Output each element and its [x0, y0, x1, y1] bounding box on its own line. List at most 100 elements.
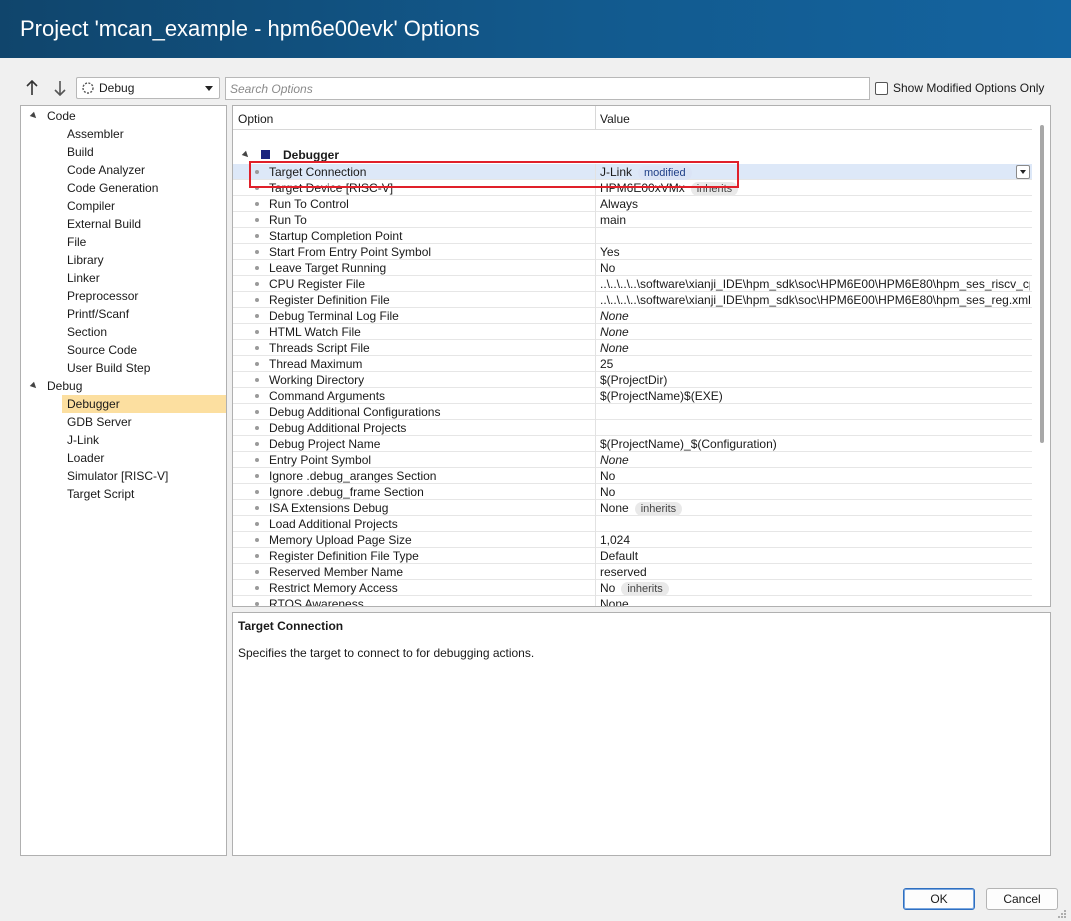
option-row[interactable]: Debug Additional Configurations [233, 404, 1032, 420]
option-value-cell[interactable]: None inherits [600, 500, 1030, 516]
option-value-cell[interactable]: No inherits [600, 580, 1030, 596]
option-value-cell[interactable]: 25 [600, 356, 1030, 372]
option-value-cell[interactable]: None [600, 340, 1030, 356]
tree-item-linker[interactable]: Linker [21, 269, 226, 287]
tree-item-build[interactable]: Build [21, 143, 226, 161]
grid-scrollbar[interactable] [1040, 125, 1044, 443]
tree-item-assembler[interactable]: Assembler [21, 125, 226, 143]
tree-item-code-analyzer[interactable]: Code Analyzer [21, 161, 226, 179]
option-value-cell[interactable]: Yes [600, 244, 1030, 260]
tree-item-preprocessor[interactable]: Preprocessor [21, 287, 226, 305]
ok-button[interactable]: OK [903, 888, 975, 910]
option-row[interactable]: Target Device [RISC-V] HPM6E00xVMx inherit… [233, 180, 1032, 196]
option-row[interactable]: RTOS Awareness None [233, 596, 1032, 607]
option-row[interactable]: Ignore .debug_frame Section No [233, 484, 1032, 500]
option-row[interactable]: Load Additional Projects [233, 516, 1032, 532]
expand-triangle-icon[interactable] [29, 381, 39, 391]
option-row[interactable]: Entry Point Symbol None [233, 452, 1032, 468]
option-value-cell[interactable]: reserved [600, 564, 1030, 580]
option-row[interactable]: Reserved Member Name reserved [233, 564, 1032, 580]
category-row-debugger[interactable]: Debugger [233, 146, 1032, 164]
column-header-option[interactable]: Option [233, 106, 273, 130]
option-value-cell[interactable]: No [600, 260, 1030, 276]
tree-item-file[interactable]: File [21, 233, 226, 251]
tree-item-debugger[interactable]: Debugger [21, 395, 226, 413]
option-row[interactable]: Thread Maximum 25 [233, 356, 1032, 372]
tree-item-library[interactable]: Library [21, 251, 226, 269]
option-row[interactable]: Run To main [233, 212, 1032, 228]
option-value-cell[interactable]: Default [600, 548, 1030, 564]
show-modified-checkbox[interactable] [875, 81, 888, 95]
cell-separator [595, 276, 596, 292]
expand-triangle-icon[interactable] [241, 150, 251, 160]
tree-item-j-link[interactable]: J-Link [21, 431, 226, 449]
option-name: Target Device [RISC-V] [269, 181, 394, 195]
option-row[interactable]: Debug Terminal Log File None [233, 308, 1032, 324]
option-row[interactable]: Startup Completion Point [233, 228, 1032, 244]
category-tree: Code Assembler Build Code Analyzer Code Gene… [20, 105, 227, 856]
option-row[interactable]: Restrict Memory Access No inherits [233, 580, 1032, 596]
option-value-cell[interactable]: J-Link modified [600, 164, 1030, 180]
arrow-down-icon [54, 81, 66, 96]
option-row[interactable]: CPU Register File ..\..\..\..\software\xi… [233, 276, 1032, 292]
option-name: Debug Additional Projects [269, 421, 407, 435]
tree-item-section[interactable]: Section [21, 323, 226, 341]
tree-item-compiler[interactable]: Compiler [21, 197, 226, 215]
option-value-cell[interactable]: HPM6E00xVMx inherits [600, 180, 1030, 196]
option-row[interactable]: HTML Watch File None [233, 324, 1032, 340]
row-bullet-icon [255, 522, 259, 526]
option-value-cell[interactable]: None [600, 596, 1030, 606]
show-modified-toggle[interactable]: Show Modified Options Only [875, 81, 1044, 95]
tree-item-gdb-server[interactable]: GDB Server [21, 413, 226, 431]
option-value-cell[interactable]: None [600, 308, 1030, 324]
option-value-cell[interactable]: $(ProjectDir) [600, 372, 1030, 388]
tree-item-target-script[interactable]: Target Script [21, 485, 226, 503]
option-row[interactable]: Debug Additional Projects [233, 420, 1032, 436]
option-value-cell[interactable]: $(ProjectName)_$(Configuration) [600, 436, 1030, 452]
tree-item-code-generation[interactable]: Code Generation [21, 179, 226, 197]
option-row[interactable]: Run To Control Always [233, 196, 1032, 212]
value-dropdown-button[interactable] [1016, 165, 1030, 179]
tree-item-user-build-step[interactable]: User Build Step [21, 359, 226, 377]
column-header-value[interactable]: Value [595, 106, 630, 130]
move-down-button[interactable] [49, 77, 71, 99]
option-row[interactable]: ISA Extensions Debug None inherits [233, 500, 1032, 516]
option-value-cell[interactable]: No [600, 484, 1030, 500]
option-name: Entry Point Symbol [269, 453, 372, 467]
cancel-button[interactable]: Cancel [986, 888, 1058, 910]
search-options-input[interactable] [225, 77, 870, 100]
option-row[interactable]: Command Arguments $(ProjectName)$(EXE) [233, 388, 1032, 404]
tree-item-loader[interactable]: Loader [21, 449, 226, 467]
option-row[interactable]: Ignore .debug_aranges Section No [233, 468, 1032, 484]
option-row[interactable]: Register Definition File Type Default [233, 548, 1032, 564]
tree-item-external-build[interactable]: External Build [21, 215, 226, 233]
option-row[interactable]: Start From Entry Point Symbol Yes [233, 244, 1032, 260]
option-value-cell[interactable]: None [600, 324, 1030, 340]
option-value-cell[interactable]: Always [600, 196, 1030, 212]
option-value-cell[interactable]: No [600, 468, 1030, 484]
option-value-cell[interactable]: 1,024 [600, 532, 1030, 548]
tree-item-printf-scanf[interactable]: Printf/Scanf [21, 305, 226, 323]
option-value-cell[interactable]: $(ProjectName)$(EXE) [600, 388, 1030, 404]
option-row[interactable]: Working Directory $(ProjectDir) [233, 372, 1032, 388]
option-row[interactable]: Threads Script File None [233, 340, 1032, 356]
option-row[interactable]: Register Definition File ..\..\..\..\soft… [233, 292, 1032, 308]
option-row[interactable]: Target Connection J-Link modified [233, 164, 1032, 180]
cell-separator [595, 228, 596, 244]
option-row[interactable]: Leave Target Running No [233, 260, 1032, 276]
tree-item-label: User Build Step [67, 361, 151, 375]
resize-grip-icon[interactable] [1057, 909, 1067, 919]
option-value-cell[interactable]: ..\..\..\..\software\xianji_IDE\hpm_sdk\… [600, 276, 1030, 292]
option-value-cell[interactable]: ..\..\..\..\software\xianji_IDE\hpm_sdk\… [600, 292, 1030, 308]
move-up-button[interactable] [21, 77, 43, 99]
tree-item-simulator-risc-v[interactable]: Simulator [RISC-V] [21, 467, 226, 485]
option-row[interactable]: Debug Project Name $(ProjectName)_$(Confi… [233, 436, 1032, 452]
row-bullet-icon [255, 506, 259, 510]
option-value-cell[interactable]: None [600, 452, 1030, 468]
option-value-cell[interactable]: main [600, 212, 1030, 228]
expand-triangle-icon[interactable] [29, 111, 39, 121]
option-row[interactable]: Memory Upload Page Size 1,024 [233, 532, 1032, 548]
tree-item-source-code[interactable]: Source Code [21, 341, 226, 359]
option-name: RTOS Awareness [269, 597, 364, 607]
configuration-select[interactable]: Debug [76, 77, 220, 99]
